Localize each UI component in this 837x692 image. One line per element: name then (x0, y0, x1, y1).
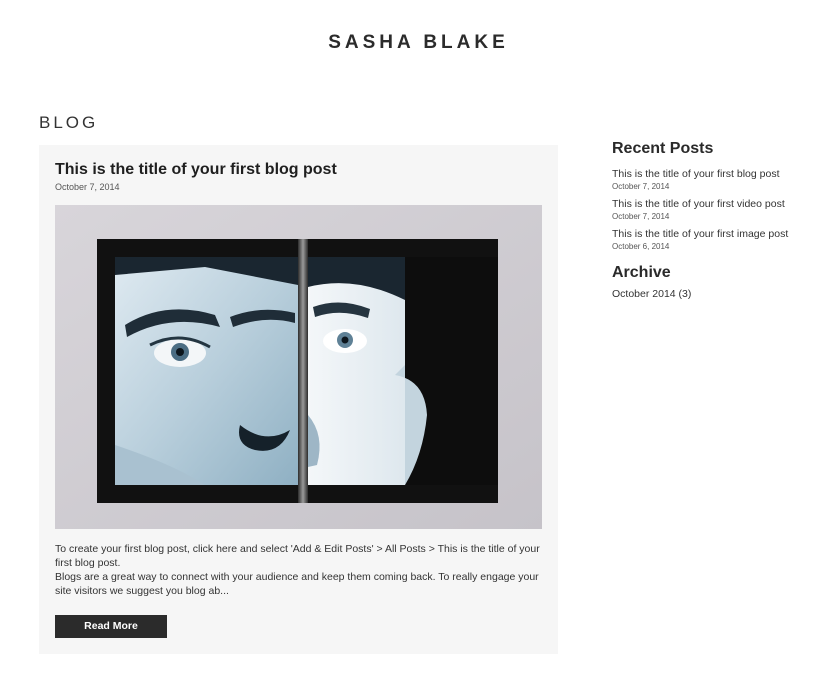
blog-post-card: This is the title of your first blog pos… (39, 145, 558, 654)
blog-heading: BLOG (39, 113, 99, 132)
magazine-face-image (55, 205, 542, 529)
recent-post-item[interactable]: This is the title of your first video po… (612, 197, 802, 221)
recent-post-title[interactable]: This is the title of your first image po… (612, 227, 802, 241)
recent-post-title[interactable]: This is the title of your first video po… (612, 197, 802, 211)
recent-post-date: October 7, 2014 (612, 182, 670, 191)
post-excerpt-line: Blogs are a great way to connect with yo… (55, 571, 539, 597)
post-excerpt-line: To create your first blog post, click he… (55, 543, 540, 569)
site-title[interactable]: SASHA BLAKE (0, 32, 837, 54)
sidebar: Recent Posts This is the title of your f… (612, 140, 802, 300)
recent-post-title[interactable]: This is the title of your first blog pos… (612, 167, 802, 181)
post-date: October 7, 2014 (55, 182, 120, 192)
recent-post-item[interactable]: This is the title of your first image po… (612, 227, 802, 251)
recent-post-date: October 6, 2014 (612, 242, 670, 251)
recent-posts-heading: Recent Posts (612, 140, 714, 157)
recent-post-item[interactable]: This is the title of your first blog pos… (612, 167, 802, 191)
post-excerpt: To create your first blog post, click he… (55, 542, 542, 598)
recent-posts-list: This is the title of your first blog pos… (612, 167, 802, 251)
post-title[interactable]: This is the title of your first blog pos… (55, 161, 337, 179)
archive-item[interactable]: October 2014 (3) (612, 288, 802, 300)
post-image[interactable] (55, 205, 542, 529)
read-more-button[interactable]: Read More (55, 615, 167, 638)
archive-heading: Archive (612, 264, 671, 281)
recent-post-date: October 7, 2014 (612, 212, 670, 221)
